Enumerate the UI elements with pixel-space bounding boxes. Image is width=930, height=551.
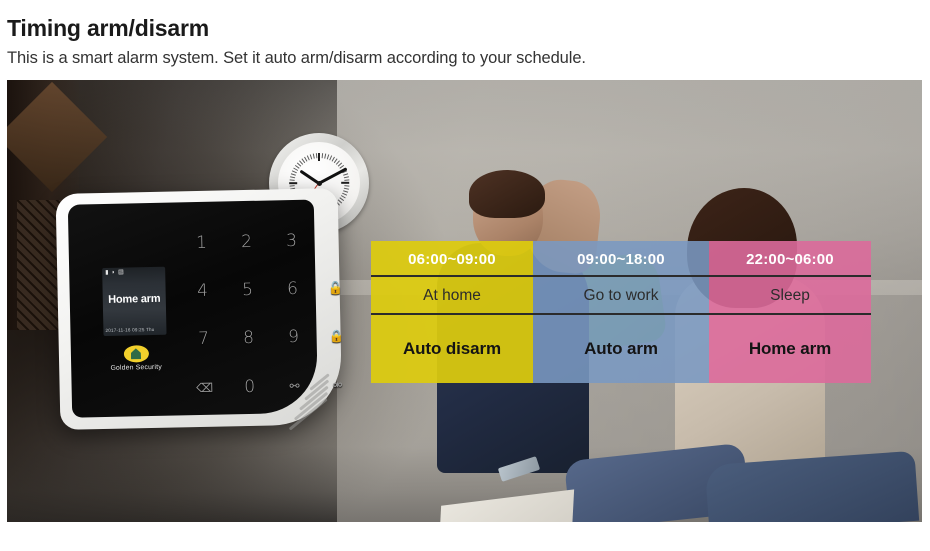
lock-padlock-icon[interactable]: 🔒 (321, 321, 352, 352)
backspace-icon[interactable]: ⌫ (189, 373, 220, 404)
schedule-cell-time-1: 06:00~09:00 (371, 241, 533, 277)
lcd-datetime-text: 2017-11-16 09:25 Thu (105, 326, 155, 333)
schedule-cell-time-3: 22:00~06:00 (709, 241, 871, 277)
key-9[interactable]: 9 (278, 322, 309, 353)
lcd-display: ▮ ◗ ▤ Home arm 2017-11-16 09:25 Thu (102, 266, 167, 337)
schedule-cell-state-2: Go to work (533, 277, 709, 315)
house-in-ellipse-logo-icon (123, 345, 149, 363)
lcd-state-text: Home arm (108, 292, 161, 306)
key-2[interactable]: 2 (231, 227, 262, 258)
key-5[interactable]: 5 (232, 275, 263, 306)
schedule-cell-action-1: Auto disarm (371, 315, 533, 383)
schedule-cell-action-3: Home arm (709, 315, 871, 383)
key-7[interactable]: 7 (188, 324, 219, 355)
clock-center-pin (316, 180, 322, 186)
schedule-cell-time-2: 09:00~18:00 (533, 241, 709, 277)
key-6[interactable]: 6 (277, 274, 308, 305)
battery-icon: ▮ (105, 269, 109, 276)
brand-block: Golden Security (101, 345, 172, 372)
heading-block: Timing arm/disarm This is a smart alarm … (7, 14, 907, 69)
lcd-status-bar: ▮ ◗ ▤ (105, 270, 124, 276)
alarm-control-panel[interactable]: ▮ ◗ ▤ Home arm 2017-11-16 09:25 Thu Gold… (55, 188, 344, 431)
key-0[interactable]: 0 (234, 372, 265, 403)
page-root: Timing arm/disarm This is a smart alarm … (0, 0, 930, 551)
key-1[interactable]: 1 (186, 228, 217, 259)
man-hair-decor (469, 170, 545, 218)
signal-icon: ▤ (118, 269, 124, 276)
schedule-cell-state-3: Sleep (709, 277, 871, 315)
page-title: Timing arm/disarm (7, 15, 209, 41)
schedule-cell-action-2: Auto arm (533, 315, 709, 383)
key-4[interactable]: 4 (187, 276, 218, 307)
speaker-vents-decor (269, 371, 332, 431)
key-3[interactable]: 3 (276, 226, 307, 257)
unlock-padlock-icon[interactable]: 🔓 (320, 273, 351, 304)
schedule-table: 06:00~09:00 09:00~18:00 22:00~06:00 At home… (371, 241, 871, 383)
wifi-icon: ◗ (111, 269, 116, 276)
page-subtitle: This is a smart alarm system. Set it aut… (7, 49, 586, 67)
key-8[interactable]: 8 (233, 323, 264, 354)
schedule-cell-state-1: At home (371, 277, 533, 315)
brand-name-label: Golden Security (110, 363, 162, 372)
